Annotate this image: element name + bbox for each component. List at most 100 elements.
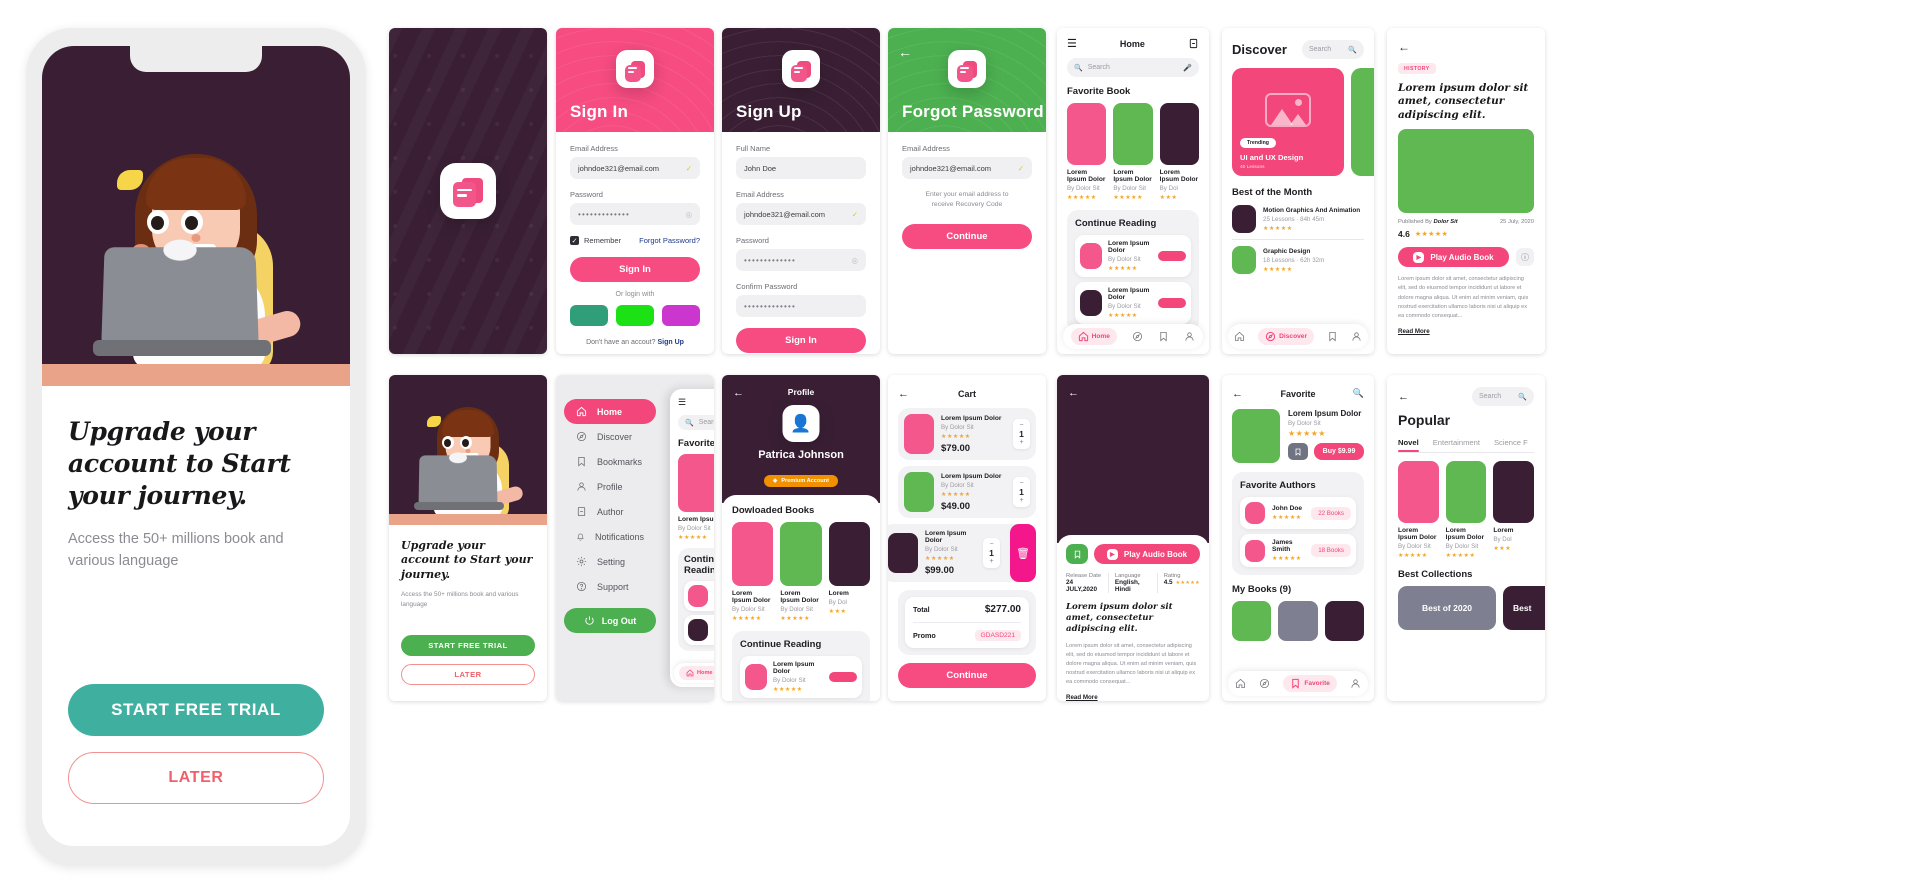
- peek-home-screen[interactable]: ☰ 🔍 Search Favorite Book Lorem Ipsum Dol…: [670, 389, 714, 687]
- eye-icon[interactable]: ◎: [685, 210, 692, 219]
- promo-code[interactable]: GDASD221: [974, 630, 1021, 641]
- user-icon[interactable]: [1351, 331, 1362, 342]
- user-icon[interactable]: [1350, 678, 1361, 689]
- continue-button[interactable]: Continue: [898, 663, 1036, 688]
- search-input[interactable]: 🔍 Search: [678, 415, 714, 430]
- compass-icon[interactable]: [1132, 331, 1143, 342]
- collection-card[interactable]: Best of 2020: [1398, 586, 1496, 630]
- eye-icon[interactable]: ◎: [851, 256, 858, 265]
- decrement-button[interactable]: −: [989, 541, 993, 548]
- increment-button[interactable]: +: [989, 558, 993, 565]
- mic-icon[interactable]: 🎤: [1183, 64, 1192, 72]
- info-button[interactable]: ⓘ: [1516, 248, 1534, 267]
- remember-checkbox[interactable]: ✓ Remember: [570, 236, 621, 245]
- user-icon[interactable]: [1184, 331, 1195, 342]
- sidebar-item-setting[interactable]: Setting: [564, 549, 656, 574]
- start-free-trial-button[interactable]: START FREE TRIAL: [68, 684, 324, 736]
- forgot-password-link[interactable]: Forgot Password?: [639, 236, 700, 245]
- list-item[interactable]: Lorem Ipsum Dolor By Dolor Sit ★★★★★: [1067, 103, 1107, 201]
- email-field[interactable]: johndoe321@email.com ✓: [736, 203, 866, 225]
- list-item[interactable]: [684, 581, 714, 611]
- log-out-button[interactable]: Log Out: [564, 608, 656, 633]
- list-item[interactable]: Lorem Ipsum Dolor By Dolor Sit ★★★★★: [1075, 235, 1191, 277]
- password-field[interactable]: ••••••••••••• ◎: [570, 203, 700, 225]
- book-cover[interactable]: [1278, 601, 1318, 641]
- decrement-button[interactable]: −: [1019, 422, 1023, 429]
- hamburger-menu-icon[interactable]: ☰: [678, 397, 714, 408]
- list-item[interactable]: Graphic Design 18 Lessons · 62h 32m ★★★★…: [1232, 246, 1364, 274]
- featured-card-next[interactable]: [1351, 68, 1374, 176]
- email-field[interactable]: johndoe321@email.com ✓: [902, 157, 1032, 179]
- back-arrow-icon[interactable]: ←: [898, 44, 912, 60]
- back-arrow-icon[interactable]: ←: [898, 388, 909, 400]
- increment-button[interactable]: +: [1019, 497, 1023, 504]
- list-item[interactable]: Lorem By Dol ★★★: [828, 522, 870, 622]
- sidebar-item-discover[interactable]: Discover: [564, 424, 656, 449]
- buy-button[interactable]: Buy $9.99: [1314, 443, 1364, 460]
- start-free-trial-button[interactable]: START FREE TRIAL: [401, 635, 535, 656]
- tab-home[interactable]: Home: [679, 666, 714, 680]
- sidebar-item-author[interactable]: Author: [564, 499, 656, 524]
- list-item[interactable]: Lorem Ipsum Dolor By Dolor Sit ★★★★★: [1113, 103, 1153, 201]
- list-item[interactable]: Lorem Ipsum Dolor By Dolor Sit ★★★★★: [1075, 282, 1191, 324]
- social-login-2[interactable]: [616, 305, 654, 326]
- sign-in-button[interactable]: Sign In: [570, 257, 700, 282]
- search-icon[interactable]: 🔍: [1353, 388, 1364, 399]
- bookmark-button[interactable]: [1288, 443, 1308, 460]
- bookmark-icon[interactable]: [1327, 331, 1338, 342]
- tab-favorite[interactable]: Favorite: [1283, 675, 1337, 692]
- tab-science-fiction[interactable]: Science F: [1494, 438, 1528, 447]
- decrement-button[interactable]: −: [1019, 480, 1023, 487]
- list-item[interactable]: Lorem Ipsum Dolor By Dolor Sit ★★★★★: [732, 522, 774, 622]
- list-item[interactable]: Lorem By Dol ★★★: [1493, 461, 1535, 559]
- sidebar-item-bookmarks[interactable]: Bookmarks: [564, 449, 656, 474]
- play-audio-book-button[interactable]: ▶ Play Audio Book: [1398, 247, 1509, 268]
- list-item[interactable]: James Smith ★★★★★ 18 Books: [1240, 534, 1356, 567]
- sign-up-link[interactable]: Sign Up: [657, 339, 683, 346]
- back-arrow-icon[interactable]: ←: [1398, 40, 1534, 54]
- list-item[interactable]: John Doe ★★★★★ 22 Books: [1240, 497, 1356, 529]
- confirm-password-field[interactable]: •••••••••••••: [736, 295, 866, 317]
- later-button[interactable]: LATER: [68, 752, 324, 804]
- password-field[interactable]: ••••••••••••• ◎: [736, 249, 866, 271]
- tab-discover[interactable]: Discover: [1258, 328, 1315, 345]
- list-item[interactable]: Lorem Ipsum Dolor By Dolor Sit ★★★★★: [1445, 461, 1487, 559]
- book-cover[interactable]: [1232, 601, 1272, 641]
- list-item[interactable]: Motion Graphics And Animation 25 Lessons…: [1232, 205, 1364, 233]
- quantity-stepper[interactable]: − 1 +: [983, 537, 1000, 569]
- quantity-stepper[interactable]: − 1 +: [1013, 476, 1030, 508]
- email-field[interactable]: johndoe321@email.com ✓: [570, 157, 700, 179]
- home-icon[interactable]: [1235, 678, 1246, 689]
- sign-up-submit-button[interactable]: Sign In: [736, 328, 866, 353]
- later-button[interactable]: LATER: [401, 664, 535, 685]
- search-input[interactable]: Search 🔍: [1472, 387, 1534, 406]
- back-arrow-icon[interactable]: ←: [1068, 387, 1079, 399]
- collection-card[interactable]: Best: [1503, 586, 1545, 630]
- table-row-swiped[interactable]: Lorem Ipsum Dolor By Dolor Sit ★★★★★ $99…: [888, 524, 1036, 582]
- bookmark-button[interactable]: [1066, 544, 1088, 564]
- social-login-3[interactable]: [662, 305, 700, 326]
- list-item[interactable]: Lorem Ipsum Dolor By Dolor Sit ★★★★★: [1398, 461, 1439, 559]
- list-item[interactable]: Lorem Ipsum Dolor By Dolor Sit ★★★★★: [740, 656, 862, 698]
- list-item[interactable]: Lorem Ipsum Dolor By Dolor Sit ★★★★★: [780, 522, 822, 622]
- tab-home[interactable]: Home: [1070, 328, 1117, 345]
- sidebar-item-profile[interactable]: Profile: [564, 474, 656, 499]
- tab-entertainment[interactable]: Entertainment: [1433, 438, 1480, 447]
- search-input[interactable]: 🔍 Search 🎤: [1067, 58, 1199, 77]
- back-arrow-icon[interactable]: ←: [733, 387, 744, 399]
- read-more-link[interactable]: Read More: [1066, 694, 1200, 701]
- table-row[interactable]: Lorem Ipsum Dolor By Dolor Sit ★★★★★ $79…: [898, 408, 1036, 460]
- search-input[interactable]: Search 🔍: [1302, 40, 1364, 59]
- home-icon[interactable]: [1234, 331, 1245, 342]
- delete-button[interactable]: 🗑: [1010, 524, 1036, 582]
- list-item[interactable]: [684, 615, 714, 645]
- continue-button[interactable]: Continue: [902, 224, 1032, 250]
- featured-card[interactable]: Trending UI and UX Design 40 Lessons: [1232, 68, 1344, 176]
- social-login-1[interactable]: [570, 305, 608, 326]
- fullname-field[interactable]: John Doe: [736, 157, 866, 179]
- bookmark-icon[interactable]: [1158, 331, 1169, 342]
- hamburger-menu-icon[interactable]: ☰: [1067, 37, 1077, 50]
- sidebar-item-home[interactable]: Home: [564, 399, 656, 424]
- tab-novel[interactable]: Novel: [1398, 438, 1419, 452]
- book-icon[interactable]: [1188, 38, 1199, 49]
